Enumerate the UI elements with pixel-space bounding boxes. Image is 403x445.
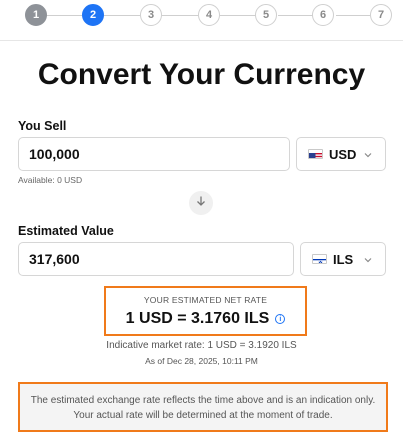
progress-stepper: 1 2 3 4 5 6 7	[0, 0, 403, 40]
available-balance: Available: 0 USD	[18, 175, 83, 185]
step-connector	[278, 15, 314, 16]
step-2[interactable]: 2	[82, 4, 104, 26]
disclaimer-line-1: The estimated exchange rate reflects the…	[30, 395, 376, 406]
page-title: Convert Your Currency	[37, 58, 366, 91]
step-connector	[46, 15, 82, 16]
step-7: 7	[370, 4, 392, 26]
net-rate-box: YOUR ESTIMATED NET RATE 1 USD = 3.1760 I…	[104, 286, 307, 336]
rate-timestamp: As of Dec 28, 2025, 10:11 PM	[145, 356, 258, 366]
header-divider	[0, 40, 403, 41]
step-5: 5	[255, 4, 277, 26]
step-connector	[104, 15, 140, 16]
step-1[interactable]: 1	[25, 4, 47, 26]
step-3: 3	[140, 4, 162, 26]
net-rate-heading: YOUR ESTIMATED NET RATE	[143, 295, 268, 305]
swap-direction-button[interactable]	[189, 191, 213, 215]
step-connector	[336, 15, 370, 16]
estimate-amount-input[interactable]	[18, 242, 294, 276]
sell-currency-select[interactable]: USD	[296, 137, 386, 171]
disclaimer-line-2: Your actual rate will be determined at t…	[73, 410, 333, 421]
step-connector	[162, 15, 198, 16]
info-icon[interactable]: i	[275, 314, 286, 324]
estimate-currency-select[interactable]: ILS	[300, 242, 386, 276]
sell-amount-input[interactable]	[18, 137, 290, 171]
israel-flag-icon	[312, 254, 327, 264]
market-rate-text: Indicative market rate: 1 USD = 3.1920 I…	[106, 340, 297, 351]
step-6: 6	[312, 4, 334, 26]
net-rate-value: 1 USD = 3.1760 ILS	[125, 310, 270, 327]
us-flag-icon	[308, 149, 323, 159]
arrow-down-icon	[195, 194, 207, 212]
chevron-down-icon	[363, 147, 373, 165]
estimate-label: Estimated Value	[18, 224, 114, 238]
rate-disclaimer: The estimated exchange rate reflects the…	[18, 382, 388, 432]
step-connector	[220, 15, 256, 16]
sell-label: You Sell	[18, 119, 67, 133]
sell-currency-code: USD	[329, 146, 357, 162]
step-4: 4	[198, 4, 220, 26]
estimate-currency-code: ILS	[333, 251, 354, 267]
chevron-down-icon	[363, 252, 373, 270]
